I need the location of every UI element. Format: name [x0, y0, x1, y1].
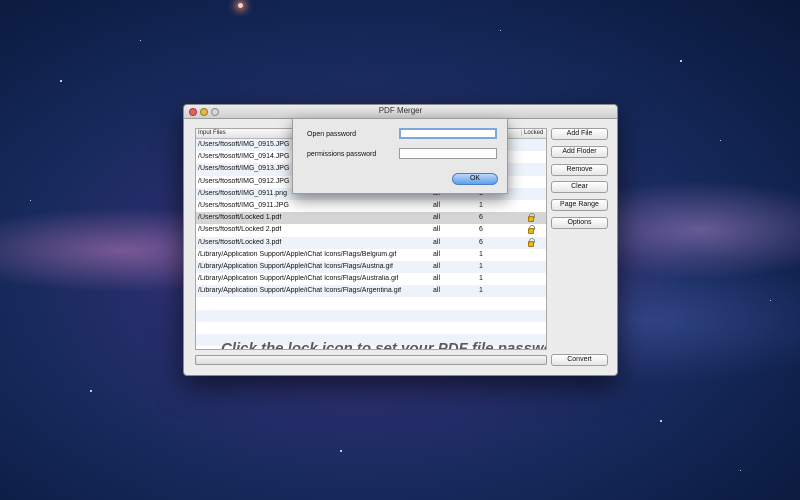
permissions-password-label: permissions password — [307, 151, 377, 158]
table-row[interactable] — [196, 322, 546, 334]
table-row[interactable]: /Users/ftosoft/Locked 1.pdf all 6 — [196, 212, 546, 225]
remove-button[interactable]: Remove — [551, 164, 608, 176]
page-count-cell: 1 — [479, 250, 483, 258]
page-range-cell: all — [433, 214, 441, 222]
lock-cell — [528, 225, 535, 235]
star — [770, 300, 771, 301]
file-path-cell: /Users/ftosoft/IMG_0911.JPG — [198, 201, 289, 209]
page-range-cell: all — [433, 201, 441, 209]
lock-cell — [528, 213, 535, 223]
star — [680, 60, 682, 62]
permissions-password-field[interactable] — [399, 148, 497, 159]
page-count-cell: 6 — [479, 226, 483, 234]
file-path-cell: /Users/ftosoft/Locked 3.pdf — [198, 238, 282, 246]
page-range-cell: all — [433, 287, 441, 295]
star — [720, 140, 721, 141]
title-bar[interactable]: PDF Merger — [184, 105, 617, 119]
page-range-cell: all — [433, 262, 441, 270]
page-range-cell: all — [433, 238, 441, 246]
star — [60, 80, 62, 82]
clear-button[interactable]: Clear — [551, 181, 608, 193]
ok-button[interactable]: OK — [452, 173, 498, 185]
star — [90, 390, 92, 392]
page-count-cell: 6 — [479, 214, 483, 222]
file-path-cell: /Users/ftosoft/Locked 2.pdf — [198, 226, 282, 234]
file-path-cell: /Users/ftosoft/Locked 1.pdf — [198, 214, 282, 222]
options-button[interactable]: Options — [551, 217, 608, 229]
table-row[interactable] — [196, 297, 546, 309]
page-range-cell: all — [433, 250, 441, 258]
page-count-cell: 6 — [479, 238, 483, 246]
page-range-button[interactable]: Page Range — [551, 199, 608, 211]
lock-hint-text: Click the lock icon to set your PDF file… — [221, 340, 547, 350]
table-row[interactable]: /Users/ftosoft/Locked 3.pdf all 6 — [196, 236, 546, 249]
open-password-field[interactable] — [399, 128, 497, 139]
add-file-button[interactable]: Add File — [551, 128, 608, 140]
table-row[interactable]: /Users/ftosoft/IMG_0911.JPG all 1 — [196, 200, 546, 212]
file-path-cell: /Library/Application Support/Apple/iChat… — [198, 250, 397, 258]
star — [238, 3, 243, 8]
progress-bar — [195, 355, 547, 365]
star — [340, 450, 342, 452]
star — [30, 200, 31, 201]
page-count-cell: 1 — [479, 287, 483, 295]
table-row[interactable]: /Library/Application Support/Apple/iChat… — [196, 260, 546, 274]
lock-icon[interactable] — [528, 213, 535, 223]
page-range-cell: all — [433, 226, 441, 234]
password-dialog: Open password permissions password OK — [292, 118, 508, 194]
convert-button[interactable]: Convert — [551, 354, 608, 366]
table-row[interactable]: /Library/Application Support/Apple/iChat… — [196, 273, 546, 285]
add-folder-button[interactable]: Add Floder — [551, 146, 608, 158]
page-count-cell: 1 — [479, 201, 483, 209]
table-row[interactable] — [196, 309, 546, 322]
star — [660, 420, 662, 422]
table-row[interactable]: /Library/Application Support/Apple/iChat… — [196, 249, 546, 261]
star — [740, 470, 741, 471]
lock-cell — [528, 237, 535, 247]
window-title: PDF Merger — [378, 106, 423, 115]
table-row[interactable]: /Users/ftosoft/Locked 2.pdf all 6 — [196, 224, 546, 236]
star — [140, 40, 141, 41]
file-path-cell: /Library/Application Support/Apple/iChat… — [198, 262, 393, 270]
star — [500, 30, 501, 31]
page-range-cell: all — [433, 275, 441, 283]
file-path-cell: /Library/Application Support/Apple/iChat… — [198, 287, 402, 295]
file-path-cell: /Library/Application Support/Apple/iChat… — [198, 275, 399, 283]
column-header-input-files[interactable]: Input Files — [198, 130, 226, 136]
table-row[interactable]: /Library/Application Support/Apple/iChat… — [196, 285, 546, 298]
page-count-cell: 1 — [479, 262, 483, 270]
column-header-locked[interactable]: Locked — [521, 130, 543, 136]
open-password-label: Open password — [307, 131, 357, 138]
lock-icon[interactable] — [528, 225, 535, 235]
lock-icon[interactable] — [528, 237, 535, 247]
page-count-cell: 1 — [479, 275, 483, 283]
